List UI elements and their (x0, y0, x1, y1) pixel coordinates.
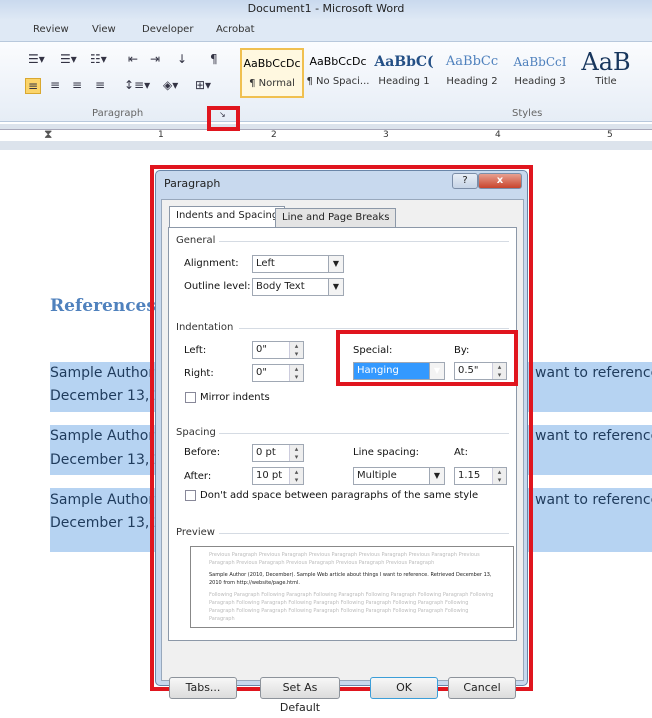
mirror-indents-checkbox[interactable] (185, 392, 196, 403)
highlight-box (207, 106, 240, 131)
general-section-label: General (176, 235, 216, 246)
ribbon: ☰▾ ☰▾ ☷▾ ⇤ ⇥ ↓ ¶ ≡ ≡ ≡ ≡ ↕≡▾ ◈▾ ⊞▾ Parag… (0, 42, 652, 122)
reference-text[interactable]: December 13, 2 (50, 515, 163, 531)
after-label: After: (184, 471, 212, 482)
ruler-number: 4 (495, 130, 501, 140)
title-bar: Document1 - Microsoft Word (0, 0, 652, 20)
tab-indents-spacing[interactable]: Indents and Spacing (169, 206, 286, 228)
set-as-default-button[interactable]: Set As Default (260, 677, 340, 714)
spacing-section-label: Spacing (176, 427, 216, 438)
paragraph-group-label: Paragraph (92, 108, 144, 119)
dont-add-space-label: Don't add space between paragraphs of th… (200, 490, 479, 501)
justify-icon[interactable]: ≡ (95, 78, 105, 92)
align-right-icon[interactable]: ≡ (72, 78, 82, 92)
before-label: Before: (184, 447, 221, 458)
ok-button[interactable]: OK (370, 677, 438, 699)
numbering-icon[interactable]: ☰▾ (60, 52, 77, 66)
dialog-title: Paragraph (164, 177, 221, 190)
dialog-body: Indents and Spacing Line and Page Breaks… (161, 199, 524, 714)
reference-text[interactable]: Sample Author (50, 428, 154, 444)
style-no-spacing[interactable]: AaBbCcDc ¶ No Spaci... (306, 48, 370, 98)
paragraph-dialog: Paragraph ? x Indents and Spacing Line a… (155, 170, 528, 714)
line-spacing-select[interactable]: Multiple (353, 467, 445, 485)
decrease-indent-icon[interactable]: ⇤ (128, 52, 138, 66)
tab-acrobat[interactable]: Acrobat (216, 24, 255, 35)
tab-developer[interactable]: Developer (142, 24, 193, 35)
multilevel-list-icon[interactable]: ☷▾ (90, 52, 107, 66)
shading-icon[interactable]: ◈▾ (163, 78, 178, 92)
bullets-icon[interactable]: ☰▾ (28, 52, 45, 66)
ruler-number: 3 (383, 130, 389, 140)
style-heading-1[interactable]: AaBbC(Heading 1 (372, 48, 436, 98)
tab-line-page-breaks[interactable]: Line and Page Breaks (275, 208, 397, 227)
special-highlight-box (336, 330, 518, 386)
help-button[interactable]: ? (452, 173, 478, 189)
align-left-icon[interactable]: ≡ (25, 78, 42, 94)
style-heading-2[interactable]: AaBbCc Heading 2 (440, 48, 504, 98)
style-title[interactable]: AaB Title (574, 48, 638, 98)
line-spacing-label: Line spacing: (353, 447, 420, 458)
sort-icon[interactable]: ↓ (177, 52, 187, 66)
indentation-section-label: Indentation (176, 322, 234, 333)
reference-text[interactable]: Sample Author (50, 492, 154, 508)
at-label: At: (454, 447, 468, 458)
tab-panel: General Alignment: Left Outline level: B… (168, 227, 517, 641)
styles-group-label: Styles (512, 108, 543, 119)
preview-box: Previous Paragraph Previous Paragraph Pr… (190, 546, 514, 628)
indent-marker-icon[interactable]: ⧗ (44, 127, 52, 142)
reference-text[interactable]: want to reference (535, 492, 652, 508)
alignment-select[interactable]: Left (252, 255, 344, 273)
close-button[interactable]: x (478, 173, 522, 189)
increase-indent-icon[interactable]: ⇥ (150, 52, 160, 66)
ruler-number: 2 (271, 130, 277, 140)
pilcrow-icon[interactable]: ¶ (210, 52, 218, 66)
at-input[interactable]: 1.15 (454, 467, 507, 485)
right-indent-label: Right: (184, 368, 214, 379)
tab-review[interactable]: Review (33, 24, 69, 35)
reference-text[interactable]: want to reference (535, 428, 652, 444)
tab-view[interactable]: View (92, 24, 116, 35)
style-heading-3[interactable]: AaBbCcI Heading 3 (508, 48, 572, 98)
ribbon-tabs: Review View Developer Acrobat (0, 20, 652, 42)
reference-text[interactable]: December 13, 2 (50, 452, 163, 468)
tabs-button[interactable]: Tabs... (169, 677, 237, 699)
before-input[interactable]: 0 pt (252, 444, 304, 462)
left-indent-input[interactable]: 0" (252, 341, 304, 359)
references-heading: References (50, 296, 156, 316)
mirror-indents-label: Mirror indents (200, 392, 270, 403)
after-input[interactable]: 10 pt (252, 467, 304, 485)
alignment-label: Alignment: (184, 258, 239, 269)
borders-icon[interactable]: ⊞▾ (195, 78, 211, 92)
style-normal[interactable]: AaBbCcDc ¶ Normal (240, 48, 304, 98)
ruler-bar[interactable] (0, 129, 652, 141)
align-center-icon[interactable]: ≡ (50, 78, 60, 92)
outline-level-select[interactable]: Body Text (252, 278, 344, 296)
left-indent-label: Left: (184, 345, 207, 356)
ruler-number: 5 (607, 130, 613, 140)
reference-text[interactable]: Sample Author (50, 365, 154, 381)
cancel-button[interactable]: Cancel (448, 677, 516, 699)
dont-add-space-checkbox[interactable] (185, 490, 196, 501)
ruler-number: 1 (158, 130, 164, 140)
preview-section-label: Preview (176, 527, 215, 538)
reference-text[interactable]: want to reference (535, 365, 652, 381)
reference-text[interactable]: December 13, 2 (50, 388, 163, 404)
right-indent-input[interactable]: 0" (252, 364, 304, 382)
outline-level-label: Outline level: (184, 281, 251, 292)
line-spacing-icon[interactable]: ↕≡▾ (124, 78, 150, 92)
